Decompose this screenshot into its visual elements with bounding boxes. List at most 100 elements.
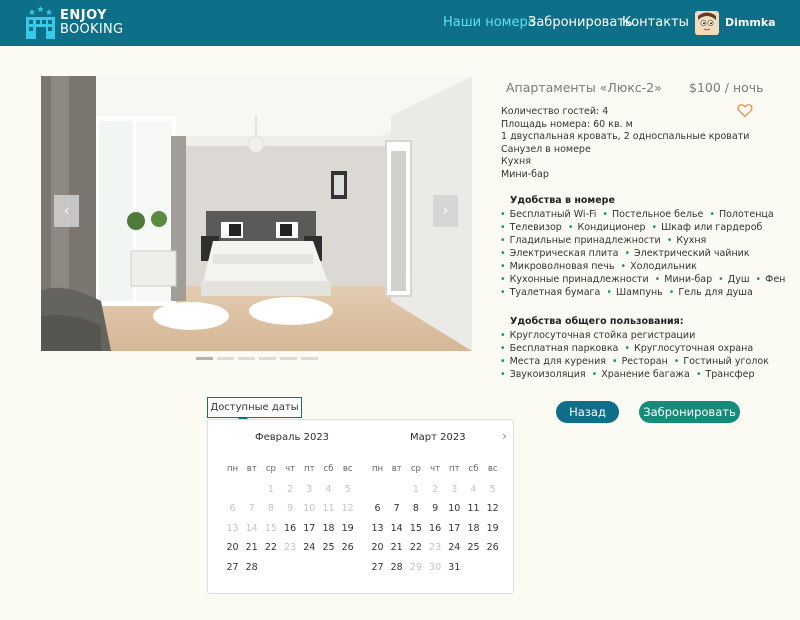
weekday-label: пн	[226, 464, 239, 474]
username[interactable]: Dimmka	[725, 16, 776, 29]
room-amenity-row: Телевизор Кондиционер Шкаф или гардероб	[500, 222, 768, 233]
calendar-day[interactable]: 15	[406, 523, 425, 534]
gallery-pagination	[196, 357, 318, 360]
gallery-dot[interactable]	[280, 357, 297, 360]
calendar-day-unavailable: 2	[287, 483, 294, 495]
calendar-day[interactable]: 13	[368, 523, 387, 534]
calendar-day[interactable]: 24	[445, 542, 464, 553]
back-button[interactable]: Назад	[556, 401, 619, 423]
calendar-day-unavailable: 9	[287, 503, 294, 514]
gallery-dot[interactable]	[238, 357, 255, 360]
calendar-day[interactable]: 22	[261, 542, 280, 553]
calendar-day[interactable]: 27	[368, 562, 387, 573]
calendar-day-unavailable: 29	[409, 561, 422, 573]
nav-contacts[interactable]: Контакты	[622, 15, 689, 30]
calendar-day[interactable]: 19	[338, 523, 357, 534]
calendar-day[interactable]: 11	[464, 503, 483, 514]
calendar-day[interactable]: 16	[281, 523, 300, 534]
room-amenity-item: Полотенца	[709, 209, 774, 220]
room-price: $100 / ночь	[689, 80, 764, 95]
gallery-next-button[interactable]: ›	[433, 195, 458, 227]
calendar-day[interactable]: 24	[300, 542, 319, 553]
calendar-day[interactable]: 7	[387, 503, 406, 514]
month-title: Февраль 2023	[255, 432, 330, 443]
calendar-day-unavailable: 6	[229, 503, 236, 514]
calendar-day-unavailable: 5	[344, 483, 351, 495]
common-amenity-item: Трансфер	[696, 369, 754, 380]
calendar-day[interactable]: 19	[483, 523, 502, 534]
book-button[interactable]: Забронировать	[639, 401, 740, 423]
detail-minibar: Мини-бар	[501, 168, 549, 180]
calendar-day[interactable]: 28	[387, 562, 406, 573]
room-amenity-item: Гладильные принадлежности	[500, 235, 661, 246]
common-amenity-item: Звукоизоляция	[500, 369, 586, 380]
common-amenities-title: Удобства общего пользования:	[510, 316, 684, 327]
room-amenity-item: Микроволновая печь	[500, 261, 615, 272]
calendar-day[interactable]: 17	[300, 523, 319, 534]
room-amenity-item: Телевизор	[500, 222, 562, 233]
calendar-day[interactable]: 20	[223, 542, 242, 553]
gallery-dot[interactable]	[217, 357, 234, 360]
gallery-dot[interactable]	[259, 357, 276, 360]
room-amenity-item: Гель для душа	[669, 287, 752, 298]
room-amenity-item: Туалетная бумага	[500, 287, 601, 298]
detail-guests: Количество гостей: 4	[501, 106, 609, 117]
room-details: Количество гостей: 4 Площадь номера: 60 …	[501, 106, 749, 181]
common-amenity-item: Ресторан	[612, 356, 668, 367]
common-amenity-row: Бесплатная парковка Круглосуточная охрана	[500, 343, 759, 354]
calendar-day[interactable]: 25	[464, 542, 483, 553]
calendar-day[interactable]: 20	[368, 542, 387, 553]
room-photo	[41, 76, 472, 351]
room-amenity-row: Гладильные принадлежности Кухня	[500, 235, 712, 246]
calendar-day[interactable]: 14	[387, 523, 406, 534]
calendar-day-unavailable: 3	[306, 483, 313, 495]
gallery-dot[interactable]	[196, 357, 213, 360]
calendar-day[interactable]: 31	[445, 562, 464, 573]
calendar-day[interactable]: 27	[223, 562, 242, 573]
logo-line-2: BOOKING	[60, 21, 124, 37]
weekday-label: чт	[430, 464, 441, 474]
calendar-day[interactable]: 21	[242, 542, 261, 553]
calendar-day[interactable]: 18	[464, 523, 483, 534]
calendar-day[interactable]: 6	[368, 503, 387, 514]
room-photo-gallery: ‹ ›	[41, 76, 472, 351]
logo[interactable]: ENJOY BOOKING	[25, 6, 123, 39]
calendar-day[interactable]: 26	[338, 542, 357, 553]
nav-book[interactable]: Забронировать	[528, 15, 633, 30]
available-dates-tab[interactable]: Доступные даты	[207, 397, 302, 418]
room-amenity-item: Шампунь	[606, 287, 663, 298]
calendar-day[interactable]: 9	[426, 503, 445, 514]
weekday-label: сб	[323, 464, 334, 474]
calendar-day[interactable]: 17	[445, 523, 464, 534]
calendar-day[interactable]: 8	[406, 503, 425, 514]
calendar-day-unavailable: 23	[284, 542, 297, 553]
room-amenity-item: Кухонные принадлежности	[500, 274, 649, 285]
calendar-day[interactable]: 10	[445, 503, 464, 514]
calendar-day-unavailable: 4	[325, 483, 332, 495]
calendar-day-unavailable: 10	[303, 503, 316, 514]
room-amenity-item: Кухня	[667, 235, 706, 246]
common-amenity-item: Круглосуточная стойка регистрации	[500, 330, 696, 341]
room-amenity-row: Туалетная бумага Шампунь Гель для душа	[500, 287, 759, 298]
calendar-day-unavailable: 2	[432, 483, 439, 495]
weekday-label: вт	[246, 464, 257, 474]
nav-our-rooms[interactable]: Наши номера	[443, 15, 536, 30]
common-amenity-row: Звукоизоляция Хранение багажа Трансфер	[500, 369, 761, 380]
calendar-day[interactable]: 16	[426, 523, 445, 534]
detail-kitchen: Кухня	[501, 156, 531, 167]
calendar-day-unavailable: 1	[412, 483, 419, 495]
gallery-prev-button[interactable]: ‹	[54, 195, 79, 227]
common-amenity-item: Круглосуточная охрана	[624, 343, 753, 354]
avatar[interactable]	[695, 11, 719, 35]
room-amenity-item: Электрическая плита	[500, 248, 619, 259]
calendar-next-button[interactable]: ›	[502, 429, 507, 443]
calendar-day[interactable]: 25	[319, 542, 338, 553]
calendar-day[interactable]: 12	[483, 503, 502, 514]
calendar-day[interactable]: 26	[483, 542, 502, 553]
calendar-day[interactable]: 21	[387, 542, 406, 553]
calendar-day[interactable]: 18	[319, 523, 338, 534]
calendar-day-unavailable: 5	[489, 483, 496, 495]
calendar-day[interactable]: 28	[242, 562, 261, 573]
calendar-day[interactable]: 22	[406, 542, 425, 553]
gallery-dot[interactable]	[301, 357, 318, 360]
